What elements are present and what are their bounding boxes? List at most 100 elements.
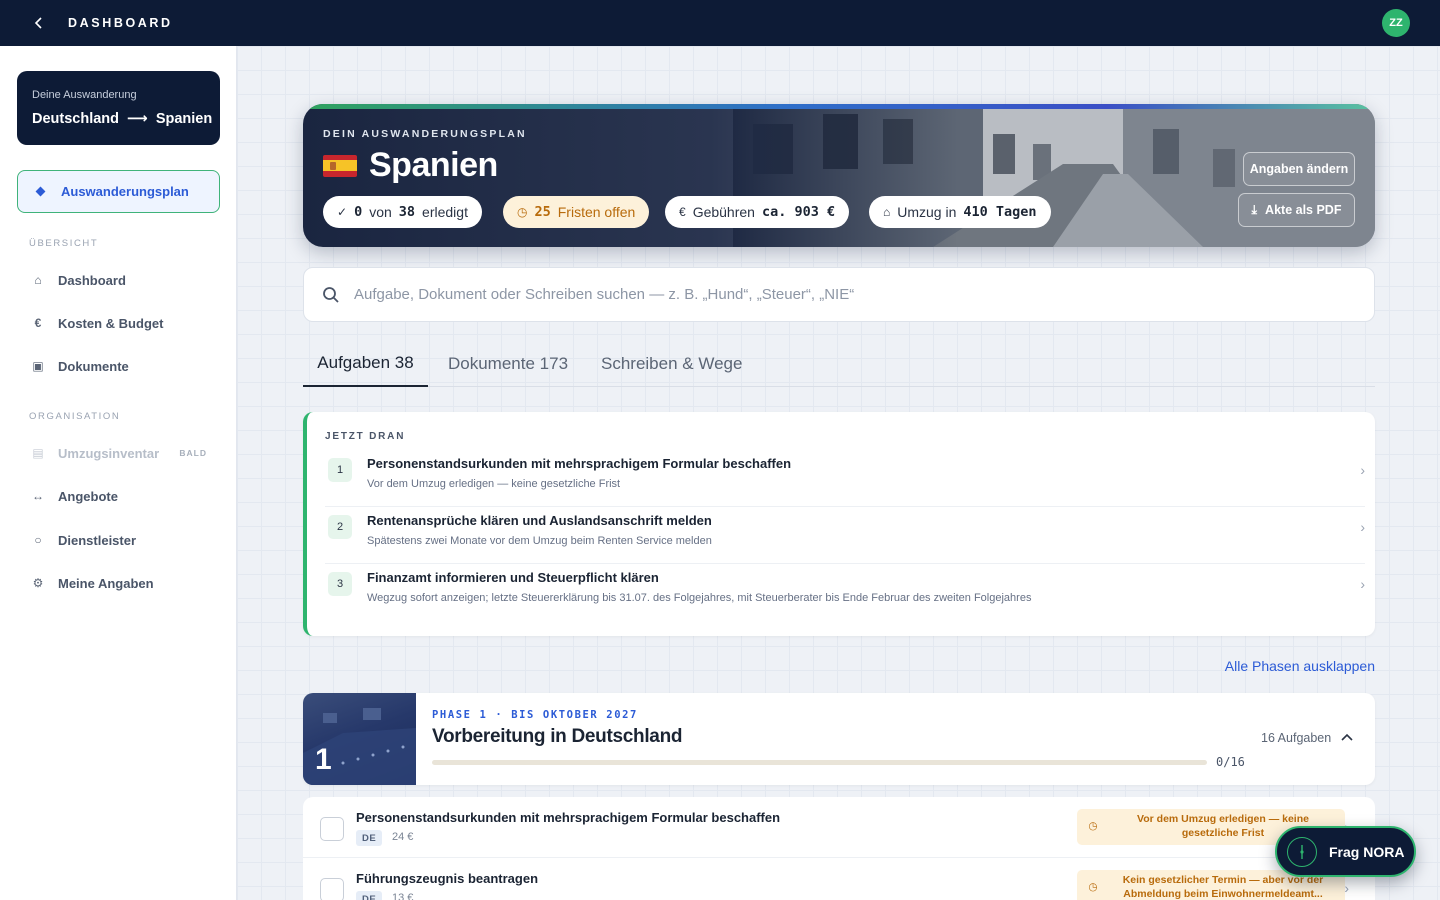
- pdf-export-button[interactable]: ⤓ Akte als PDF: [1238, 193, 1355, 227]
- sidebar-item-umzugsinventar: ▤ Umzugsinventar BALD: [29, 441, 219, 465]
- sidebar-item-label: Angebote: [58, 488, 118, 504]
- task-fee: 13 €: [392, 892, 414, 900]
- arrow-right-icon: ⟶: [127, 111, 148, 127]
- done-of: von: [369, 204, 392, 220]
- sidebar-item-label: Kosten & Budget: [58, 315, 164, 331]
- item-subtitle: Spätestens zwei Monate vor dem Umzug bei…: [367, 535, 712, 547]
- phase-eyebrow: PHASE 1 · BIS OKTOBER 2027: [432, 709, 638, 721]
- tab-aufgaben[interactable]: Aufgaben 38: [303, 340, 428, 387]
- compare-icon: ↔: [32, 489, 44, 503]
- item-title: Finanzamt informieren und Steuerpflicht …: [367, 570, 659, 585]
- sidebar-item-label: Umzugsinventar: [58, 445, 160, 461]
- item-number: 3: [328, 572, 352, 596]
- sidebar-item-dienstleister[interactable]: ○ Dienstleister: [29, 528, 219, 552]
- phase-card: 1 PHASE 1 · BIS OKTOBER 2027 Vorbereitun…: [303, 693, 1375, 785]
- fees-label: Gebühren: [692, 204, 755, 220]
- deadlines-count: 25: [534, 204, 551, 220]
- route-card: Deine Auswanderung Deutschland ⟶ Spanien: [17, 71, 220, 145]
- country-tag: DE: [356, 891, 383, 900]
- box-icon: ▤: [32, 446, 44, 460]
- sidebar-item-angebote[interactable]: ↔ Angebote: [29, 484, 219, 508]
- chevron-up-icon[interactable]: [1339, 729, 1355, 745]
- country-tag: DE: [356, 830, 383, 846]
- ask-nora-button[interactable]: Frag NORA: [1275, 826, 1416, 877]
- tab-dokumente[interactable]: Dokumente 173: [448, 340, 568, 387]
- edit-details-button[interactable]: Angaben ändern: [1243, 152, 1355, 186]
- route-subtitle: Deine Auswanderung: [32, 89, 137, 101]
- route-from: Deutschland: [32, 111, 120, 127]
- ask-nora-label: Frag NORA: [1329, 843, 1405, 860]
- item-number: 2: [328, 515, 352, 539]
- table-row[interactable]: Personenstandsurkunden mit mehrsprachige…: [303, 797, 1375, 858]
- list-item[interactable]: 3 Finanzamt informieren und Steuerpflich…: [325, 564, 1365, 621]
- circle-icon: ○: [34, 533, 42, 547]
- clock-icon: ◷: [1088, 820, 1098, 833]
- task-checkbox[interactable]: [320, 878, 344, 900]
- phase-title: Vorbereitung in Deutschland: [432, 726, 683, 747]
- compass-icon: [1287, 836, 1317, 867]
- task-title: Personenstandsurkunden mit mehrsprachige…: [356, 810, 781, 825]
- route-to: Spanien: [155, 111, 213, 127]
- item-subtitle: Vor dem Umzug erledigen — keine gesetzli…: [367, 478, 621, 490]
- spain-flag-icon: [323, 154, 357, 177]
- hero-eyebrow: DEIN AUSWANDERUNGSPLAN: [323, 128, 527, 140]
- home-icon: ⌂: [34, 273, 42, 287]
- avatar[interactable]: ZZ: [1382, 9, 1410, 37]
- sidebar-item-auswanderungsplan[interactable]: Auswanderungsplan: [17, 170, 220, 213]
- phase-image: 1: [303, 693, 416, 785]
- search-bar[interactable]: [303, 267, 1375, 322]
- done-chip: ✓ 0 von 38 erledigt: [323, 196, 482, 228]
- chevron-right-icon: ›: [1360, 519, 1365, 535]
- sidebar-item-dokumente[interactable]: ▣ Dokumente: [29, 354, 219, 378]
- sidebar-item-meine-angaben[interactable]: ⚙ Meine Angaben: [29, 571, 219, 595]
- fees-value: ca. 903 €: [761, 204, 836, 220]
- diamond-icon: [35, 186, 46, 197]
- page-title: DASHBOARD: [68, 16, 173, 30]
- now-heading: JETZT DRAN: [325, 431, 406, 442]
- chevron-right-icon: ›: [1360, 462, 1365, 478]
- item-number: 1: [328, 458, 352, 482]
- move-chip: ⌂ Umzug in 410 Tagen: [869, 196, 1051, 228]
- search-input[interactable]: [354, 286, 1254, 303]
- done-total: 38: [398, 204, 416, 220]
- route-label: Deutschland ⟶ Spanien: [32, 111, 212, 127]
- list-item[interactable]: 1 Personenstandsurkunden mit mehrsprachi…: [325, 450, 1365, 507]
- item-title: Personenstandsurkunden mit mehrsprachige…: [367, 456, 792, 471]
- deadlines-label: Fristen offen: [557, 204, 636, 220]
- move-value: 410 Tagen: [963, 204, 1037, 220]
- back-arrow-icon[interactable]: [29, 13, 49, 33]
- phase-number: 1: [315, 743, 332, 776]
- chevron-right-icon: ›: [1360, 576, 1365, 592]
- euro-icon: €: [34, 316, 42, 330]
- sidebar-item-dashboard[interactable]: ⌂ Dashboard: [29, 268, 219, 292]
- deadlines-chip[interactable]: ◷ 25 Fristen offen: [503, 196, 650, 228]
- sidebar-item-label: Dashboard: [58, 272, 126, 288]
- sidebar-item-label: Dienstleister: [58, 532, 137, 548]
- sidebar-item-label: Auswanderungsplan: [61, 184, 189, 199]
- search-icon: [322, 286, 340, 304]
- download-icon: ⤓: [1251, 202, 1258, 217]
- pdf-export-label: Akte als PDF: [1265, 203, 1342, 217]
- sidebar-item-kosten-budget[interactable]: € Kosten & Budget: [29, 311, 219, 335]
- deadline-text: Kein gesetzlicher Termin — aber vor der …: [1122, 874, 1324, 900]
- hero-accent-line: [303, 104, 1375, 109]
- task-fee: 24 €: [392, 831, 414, 843]
- check-icon: ✓: [337, 205, 348, 219]
- tab-schreiben-wege[interactable]: Schreiben & Wege: [601, 340, 742, 387]
- item-subtitle: Wegzug sofort anzeigen; letzte Steuererk…: [367, 592, 1032, 604]
- item-title: Rentenansprüche klären und Auslandsansch…: [367, 513, 712, 528]
- section-heading-organisation: ORGANISATION: [29, 411, 121, 422]
- task-title: Führungszeugnis beantragen: [356, 871, 539, 886]
- task-checkbox[interactable]: [320, 817, 344, 841]
- document-icon: ▣: [32, 359, 44, 373]
- hero-country: Spanien: [323, 146, 498, 185]
- clock-icon: ◷: [1088, 881, 1098, 894]
- chevron-right-icon: ›: [1344, 880, 1349, 896]
- table-row[interactable]: Führungszeugnis beantragen DE 13 € ◷ Kei…: [303, 858, 1375, 900]
- home-icon: ⌂: [883, 205, 891, 219]
- expand-all-phases-link[interactable]: Alle Phasen ausklappen: [1225, 658, 1375, 674]
- plan-hero: DEIN AUSWANDERUNGSPLAN Spanien ✓ 0 von 3…: [303, 104, 1375, 247]
- list-item[interactable]: 2 Rentenansprüche klären und Auslandsans…: [325, 507, 1365, 564]
- sidebar-item-label: Dokumente: [58, 358, 129, 374]
- section-heading-overview: ÜBERSICHT: [29, 238, 99, 249]
